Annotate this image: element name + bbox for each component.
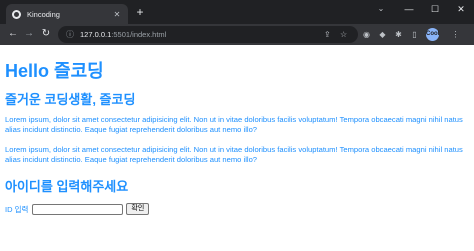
id-form: ID 입력 확인 <box>5 203 150 215</box>
share-icon[interactable]: ⇪ <box>324 26 331 43</box>
id-input[interactable] <box>32 203 124 215</box>
close-window-button[interactable]: ✕ <box>448 0 474 18</box>
paragraph-1: Lorem ipsum, dolor sit amet consectetur … <box>5 115 463 134</box>
new-tab-button[interactable]: + <box>133 6 147 20</box>
url-host: 127.0.0.1 <box>80 30 112 39</box>
page-title: Hello 즐코딩 <box>5 61 104 81</box>
page-content: Hello 즐코딩 즐거운 코딩생활, 즐코딩 Lorem ipsum, dol… <box>0 45 474 251</box>
browser-tab[interactable]: Kincoding ✕ <box>6 4 128 24</box>
kebab-menu-icon[interactable]: ⋮ <box>449 28 462 41</box>
side-panel-icon[interactable]: ▯ <box>408 28 421 41</box>
back-button[interactable]: ← <box>5 26 21 42</box>
profile-avatar[interactable]: Cool <box>426 28 439 41</box>
globe-icon <box>12 9 21 19</box>
reload-button[interactable]: ↻ <box>38 26 54 42</box>
puzzle-extensions-icon[interactable]: ✱ <box>392 28 405 41</box>
id-label: ID 입력 <box>5 204 29 214</box>
bookmark-star-icon[interactable]: ☆ <box>340 26 347 43</box>
url-path: /index.html <box>130 30 167 39</box>
camera-extension-icon[interactable]: ◉ <box>360 28 373 41</box>
tab-title: Kincoding <box>27 9 60 19</box>
address-bar[interactable]: ⓘ 127.0.0.1:5501/index.html ⇪ ☆ <box>58 26 358 43</box>
forward-button[interactable]: → <box>21 26 37 42</box>
url-text[interactable]: 127.0.0.1:5501/index.html <box>80 26 166 43</box>
paragraph-2: Lorem ipsum, dolor sit amet consectetur … <box>5 145 463 164</box>
tab-search-chevron-icon[interactable]: ⌄ <box>368 0 394 18</box>
page-subtitle: 즐거운 코딩생활, 즐코딩 <box>5 92 136 107</box>
tab-strip: Kincoding ✕ + ⌄ — ☐ ✕ <box>0 0 474 24</box>
confirm-button[interactable]: 확인 <box>126 203 150 215</box>
minimize-button[interactable]: — <box>396 0 422 18</box>
browser-toolbar: ← → ↻ ⓘ 127.0.0.1:5501/index.html ⇪ ☆ ◉ … <box>0 24 474 45</box>
id-heading: 아이디를 입력해주세요 <box>5 179 129 194</box>
extension-icon[interactable]: ◆ <box>376 28 389 41</box>
maximize-button[interactable]: ☐ <box>422 0 448 18</box>
tab-close-icon[interactable]: ✕ <box>112 10 122 19</box>
url-port: :5501 <box>111 30 131 39</box>
site-info-icon[interactable]: ⓘ <box>66 29 74 40</box>
